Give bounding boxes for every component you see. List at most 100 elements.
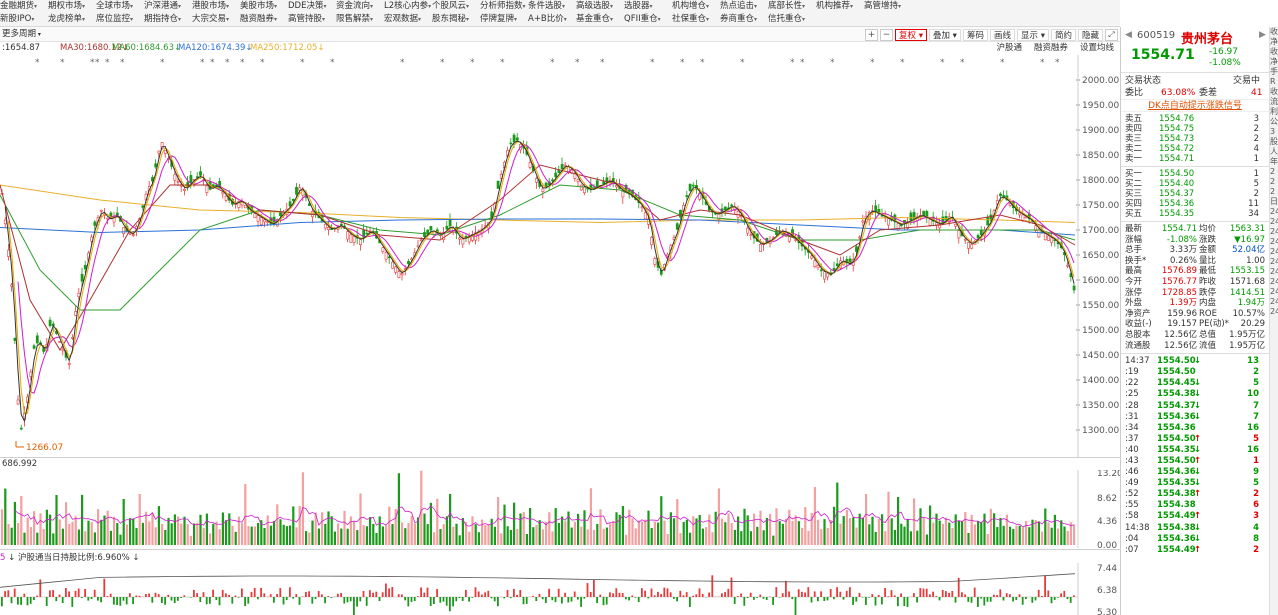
ma-tool-1[interactable]: 融资融券	[1034, 42, 1068, 55]
event-marker[interactable]: *	[900, 58, 905, 68]
event-marker[interactable]: *	[240, 58, 245, 68]
event-marker[interactable]: *	[700, 58, 705, 68]
menu-item-r1-0[interactable]: 金融期货▾	[0, 0, 48, 13]
tick-row[interactable]: :46 1554.36 ↓ 9	[1121, 467, 1269, 478]
event-marker[interactable]: *	[1040, 58, 1045, 68]
menu-item-r2-14[interactable]: 社保重仓▾	[672, 13, 720, 26]
event-marker[interactable]: *	[105, 58, 110, 68]
menu-item-r1-10[interactable]: 分析师指数▾	[480, 0, 528, 13]
zoom-in-button[interactable]: +	[864, 28, 878, 41]
event-marker[interactable]: *	[60, 58, 65, 68]
chips-button[interactable]: 筹码	[962, 28, 988, 41]
menu-item-r2-0[interactable]: 新股IPO▾	[0, 13, 48, 26]
menu-item-r1-8[interactable]: L2核心内参▾	[384, 0, 432, 13]
menu-item-r2-16[interactable]: 信托重仓▾	[768, 13, 816, 26]
event-marker[interactable]: *	[120, 58, 125, 68]
event-marker[interactable]: *	[1055, 58, 1060, 68]
simple-button[interactable]: 简约	[1050, 28, 1076, 41]
event-marker[interactable]: *	[680, 58, 685, 68]
tick-row[interactable]: :07 1554.49 ↑ 2	[1121, 545, 1269, 556]
event-marker[interactable]: *	[200, 58, 205, 68]
bids-row[interactable]: 买四 1554.36 11	[1121, 199, 1269, 209]
tick-row[interactable]: :43 1554.50 ↑ 1	[1121, 456, 1269, 467]
menu-item-r2-1[interactable]: 龙虎榜单▾	[48, 13, 96, 26]
bids-row[interactable]: 买三 1554.37 2	[1121, 189, 1269, 199]
menu-item-r2-5[interactable]: 融资融券▾	[240, 13, 288, 26]
menu-item-r1-3[interactable]: 沪深港通▾	[144, 0, 192, 13]
event-marker[interactable]: *	[210, 58, 215, 68]
ma-tool-2[interactable]: 设置均线	[1080, 42, 1114, 55]
next-stock-icon[interactable]: ▶	[1259, 30, 1266, 40]
menu-item-r2-10[interactable]: 停牌复牌▾	[480, 13, 528, 26]
tick-row[interactable]: :49 1554.35 ↓ 5	[1121, 478, 1269, 489]
menu-item-r1-13[interactable]: 选股器▾	[624, 0, 672, 13]
event-marker[interactable]: *	[550, 58, 555, 68]
tick-row[interactable]: :28 1554.37 ↓ 7	[1121, 401, 1269, 412]
menu-item-r1-5[interactable]: 美股市场▾	[240, 0, 288, 13]
display-button[interactable]: 显示 ▾	[1016, 28, 1049, 41]
tick-row[interactable]: :25 1554.38 ↓ 10	[1121, 389, 1269, 400]
zoom-out-button[interactable]: −	[879, 28, 893, 41]
menu-item-r1-11[interactable]: 条件选股▾	[528, 0, 576, 13]
menu-item-r2-2[interactable]: 席位监控▾	[96, 13, 144, 26]
event-marker[interactable]: *	[500, 58, 505, 68]
menu-item-r1-12[interactable]: 高级选股▾	[576, 0, 624, 13]
tick-list[interactable]: 14:37 1554.50 ↓ 13:19 1554.50 2:22 1554.45 ↓ 5:2…	[1121, 356, 1269, 556]
menu-item-r2-12[interactable]: 基金重仓▾	[576, 13, 624, 26]
menu-item-r1-2[interactable]: 全球市场▾	[96, 0, 144, 13]
event-marker[interactable]: *	[960, 58, 965, 68]
menu-item-r1-15[interactable]: 热点追击▾	[720, 0, 768, 13]
menu-item-r1-17[interactable]: 机构推荐▾	[816, 0, 864, 13]
event-marker[interactable]: *	[1000, 58, 1005, 68]
dk-signal-banner[interactable]: DK点自动提示涨跌信号	[1121, 99, 1269, 112]
menu-item-r1-4[interactable]: 港股市场▾	[192, 0, 240, 13]
menu-item-r1-7[interactable]: 资金流向▾	[336, 0, 384, 13]
event-marker[interactable]: *	[575, 58, 580, 68]
event-marker[interactable]: *	[870, 58, 875, 68]
event-marker[interactable]: *	[940, 58, 945, 68]
hgt-chart[interactable]: 7.44 6.38 5.30	[0, 563, 1120, 615]
menu-item-r1-6[interactable]: DDE决策▾	[288, 0, 336, 13]
asks-row[interactable]: 卖一 1554.71 1	[1121, 154, 1269, 164]
ma-tool-0[interactable]: 沪股通	[996, 42, 1022, 55]
menu-item-r1-9[interactable]: 个股风云▾	[432, 0, 480, 13]
menu-item-r2-3[interactable]: 期指持仓▾	[144, 13, 192, 26]
menu-item-r1-16[interactable]: 底部长性▾	[768, 0, 816, 13]
event-marker[interactable]: *	[35, 58, 40, 68]
tick-row[interactable]: :34 1554.36 16	[1121, 423, 1269, 434]
event-marker[interactable]: *	[225, 58, 230, 68]
prev-stock-icon[interactable]: ◀	[1125, 30, 1132, 40]
event-marker[interactable]: *	[650, 58, 655, 68]
tick-row[interactable]: 14:38 1554.38 ↓ 4	[1121, 523, 1269, 534]
event-marker[interactable]: *	[160, 58, 165, 68]
menu-item-r1-18[interactable]: 高管增持▾	[864, 0, 912, 13]
tick-row[interactable]: :22 1554.45 ↓ 5	[1121, 378, 1269, 389]
more-period-button[interactable]: 更多周期 ▾	[2, 28, 41, 41]
event-marker[interactable]: *	[95, 58, 100, 68]
tick-row[interactable]: :58 1554.49 ↑ 3	[1121, 511, 1269, 522]
event-marker[interactable]: *	[330, 58, 335, 68]
event-marker[interactable]: *	[800, 58, 805, 68]
tick-row[interactable]: :31 1554.36 ↓ 7	[1121, 412, 1269, 423]
hide-button[interactable]: 隐藏	[1077, 28, 1103, 41]
event-marker[interactable]: *	[830, 58, 835, 68]
overlay-button[interactable]: 叠加 ▾	[928, 28, 961, 41]
draw-line-button[interactable]: 画线	[989, 28, 1015, 41]
menu-item-r1-14[interactable]: 机构增仓▾	[672, 0, 720, 13]
menu-item-r1-1[interactable]: 期权市场▾	[48, 0, 96, 13]
event-marker[interactable]: *	[790, 58, 795, 68]
tick-row[interactable]: :55 1554.38 6	[1121, 500, 1269, 511]
tick-row[interactable]: :40 1554.35 ↓ 16	[1121, 445, 1269, 456]
event-marker[interactable]: *	[600, 58, 605, 68]
asks-row[interactable]: 卖三 1554.73 2	[1121, 134, 1269, 144]
menu-item-r2-13[interactable]: QFII重仓▾	[624, 13, 672, 26]
event-marker[interactable]: *	[400, 58, 405, 68]
event-marker[interactable]: *	[260, 58, 265, 68]
menu-item-r2-4[interactable]: 大宗交易▾	[192, 13, 240, 26]
event-marker[interactable]: *	[440, 58, 445, 68]
event-marker[interactable]: *	[300, 58, 305, 68]
bids-row[interactable]: 买一 1554.50 1	[1121, 169, 1269, 179]
event-marker[interactable]: *	[470, 58, 475, 68]
menu-item-r2-8[interactable]: 宏观数据▾	[384, 13, 432, 26]
menu-item-r2-7[interactable]: 限售解禁▾	[336, 13, 384, 26]
